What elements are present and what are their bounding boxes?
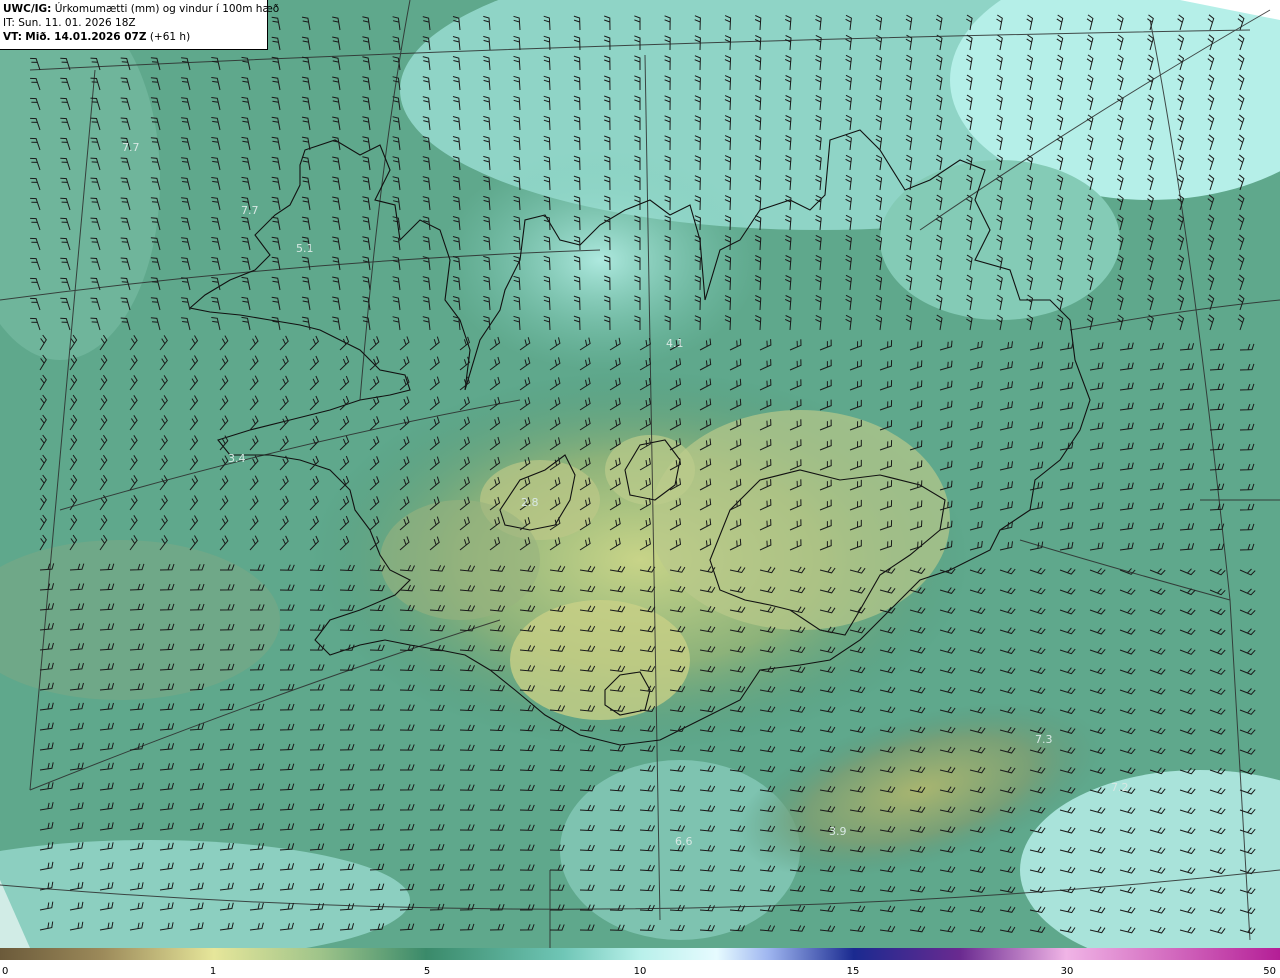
precip-value-label: 7.2 — [1111, 781, 1129, 794]
precip-value-label: 5.1 — [296, 242, 314, 255]
colorbar: 0 1 5 10 15 30 50 — [0, 948, 1280, 978]
map-header: UWC/IG: Úrkomumætti (mm) og vindur í 100… — [0, 0, 279, 50]
precip-value-label: 6.6 — [675, 835, 693, 848]
colorbar-gradient — [0, 948, 1280, 960]
precipitation-wind-map: 7.7 7.7 5.1 4.1 3.4 2.8 7.3 7.2 3.9 6.6 — [0, 0, 1280, 948]
init-time: Sun. 11. 01. 2026 18Z — [18, 17, 136, 29]
precip-value-label: 7.3 — [1035, 733, 1053, 746]
lead-time: (+61 h) — [149, 31, 191, 43]
precip-value-label: 3.4 — [228, 452, 246, 465]
colorbar-tick-label: 0 — [2, 966, 8, 977]
precip-value-label: 2.8 — [521, 496, 539, 509]
valid-time-row: VT: Mið. 14.01.2026 07Z (+61 h) — [3, 30, 264, 44]
colorbar-tick-label: 10 — [634, 966, 647, 977]
product-code: UWC/IG: — [3, 3, 52, 15]
precip-value-label: 3.9 — [829, 825, 847, 838]
precip-value-label: 7.7 — [241, 204, 259, 217]
valid-time-label: VT: — [3, 31, 22, 43]
colorbar-ticks: 0 1 5 10 15 30 50 — [2, 966, 1276, 977]
precip-value-label: 7.7 — [122, 141, 140, 154]
init-time-row: IT: Sun. 11. 01. 2026 18Z — [3, 16, 264, 30]
colorbar-tick-label: 1 — [210, 966, 216, 977]
title-row: UWC/IG: Úrkomumætti (mm) og vindur í 100… — [3, 2, 279, 16]
colorbar-tick-label: 50 — [1263, 966, 1276, 977]
product-description: Úrkomumætti (mm) og vindur í 100m hæð — [54, 3, 280, 15]
init-time-label: IT: — [3, 17, 15, 29]
precip-value-label: 4.1 — [666, 337, 684, 350]
colorbar-tick-label: 15 — [847, 966, 860, 977]
colorbar-tick-label: 5 — [424, 966, 430, 977]
colorbar-tick-label: 30 — [1061, 966, 1074, 977]
valid-time: Mið. 14.01.2026 07Z — [25, 31, 147, 43]
